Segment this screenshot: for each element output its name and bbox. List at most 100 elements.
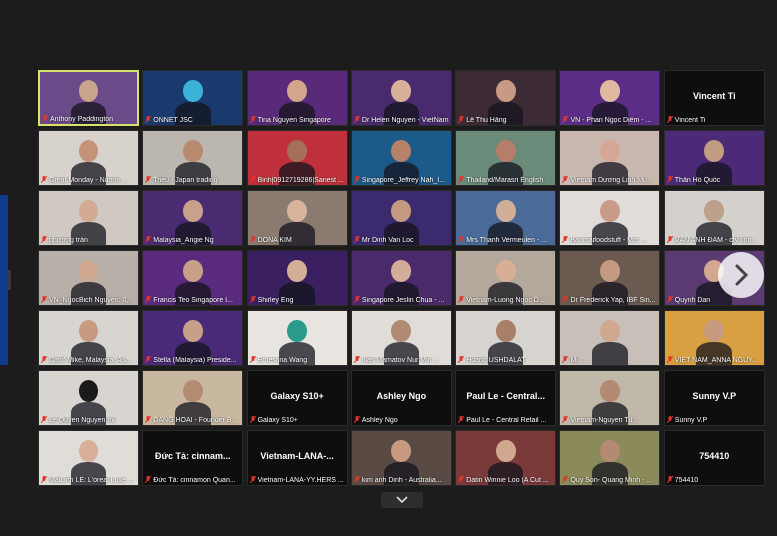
participant-tile[interactable]: Anthony Paddington [38, 70, 139, 126]
participant-silhouette-head [495, 439, 516, 463]
participant-tile[interactable]: VN - Phan Ngọc Diễm - ... [559, 70, 661, 126]
participant-silhouette-head [182, 139, 203, 163]
participant-silhouette-head [287, 259, 307, 283]
participant-tile[interactable]: Stella (Malaysia) Preside... [142, 310, 244, 366]
participant-tile[interactable]: Great Monday - Naomi ... [38, 130, 139, 186]
participant-name-label: DANG HOAI - Founder B... [153, 417, 238, 424]
participant-tile[interactable]: Singapore_Jeffrey Nah_I... [350, 130, 452, 186]
participant-tile[interactable]: Malaysia_Angie Ng [142, 190, 244, 246]
participant-name-label: Quy Son- Quang Minh - ... [570, 477, 653, 484]
chevron-down-icon [396, 496, 408, 504]
participant-name-label: Sunny V.P [674, 417, 708, 424]
participant-tile[interactable]: Vincent Ti Vincent Ti [663, 70, 765, 126]
participant-tile[interactable]: VN_NgocBich Nguyễn: 0... [38, 250, 139, 306]
participant-tile[interactable]: Hoàng USHDALAT [455, 310, 557, 366]
participant-tile[interactable]: DONA KIM [246, 190, 348, 246]
participant-name-label: Mrs Thanh Vermeulen - ... [466, 237, 547, 244]
participant-silhouette-head [600, 379, 620, 403]
participant-tile[interactable]: Francis Teo Singapore I... [142, 250, 244, 306]
side-panel-handle[interactable] [8, 270, 11, 290]
participant-name-label: Dr Frederick Yap, IBF Sin... [570, 297, 656, 304]
participant-tile[interactable]: Binh|0912719286|Sanest ... [246, 130, 348, 186]
participant-name-label: Binh|0912719286|Sanest ... [257, 177, 344, 184]
next-page-button[interactable] [718, 252, 764, 298]
participant-tile[interactable]: Lê Thu Hằng [455, 70, 557, 126]
participant-tile[interactable]: Vietnam Dương Linh Mu... [559, 130, 661, 186]
participant-name-label: Paul Le - Central Retail ... [466, 417, 547, 424]
participant-tile[interactable]: Shirley Eng [246, 250, 348, 306]
participant-tile[interactable]: Banmaifoodstuff - Mrs ... [559, 190, 661, 246]
participant-name-label: Malaysia_Angie Ng [153, 237, 214, 244]
participant-tile[interactable]: Đức Tả: cinnam... Đức Tả: cinnamon Quan..… [142, 430, 244, 486]
participant-tile[interactable]: Vietnam-Luong Ngoc D... [455, 250, 557, 306]
participant-name-label: kim anh Dinh - Australia... [361, 477, 442, 484]
participant-name-label: Banmaifoodstuff - Mrs ... [570, 237, 647, 244]
participant-display-name: Galaxy S10+ [270, 391, 324, 401]
participant-silhouette-head [78, 439, 99, 463]
participant-tile[interactable]: Vietnam-LANA-... Vietnam-LANA-YY.HERS ... [246, 430, 348, 486]
participant-name-label: Francis Teo Singapore I... [153, 297, 233, 304]
participant-silhouette-head [182, 379, 203, 403]
participant-silhouette-head [495, 139, 516, 163]
participant-silhouette-head [78, 139, 99, 163]
participant-name-label: 754410 [674, 477, 699, 484]
participant-name-label: Ernestina Wang [257, 357, 308, 364]
participant-name-label: Ashley Ngo [361, 417, 398, 424]
toggle-toolbar-button[interactable] [381, 492, 423, 508]
participant-tile[interactable]: Mrs Thanh Vermeulen - ... [455, 190, 557, 246]
participant-tile[interactable]: Mr Dinh Van Loc [350, 190, 452, 246]
participant-tile[interactable]: Singapore Jeslin Chua - ... [350, 250, 452, 306]
participant-silhouette-head [78, 319, 99, 343]
participant-silhouette-head [78, 259, 99, 283]
participant-tile[interactable]: Ashley Ngo Ashley Ngo [350, 370, 452, 426]
participant-tile[interactable]: Quy Son- Quang Minh - ... [559, 430, 661, 486]
participant-tile[interactable]: ONNET JSC [142, 70, 244, 126]
participant-tile[interactable]: Tina Nguyen Singapore [246, 70, 348, 126]
participant-silhouette-head [182, 199, 203, 223]
participant-name-label: Vietnam-LANA-YY.HERS ... [257, 477, 344, 484]
participant-tile[interactable]: Ilias Mamatov Nur Min ... [350, 310, 452, 366]
participant-tile[interactable]: MaiLinh LE: L'oreal Luxe ... [38, 430, 139, 486]
participant-name-label: Singapore_Jeffrey Nah_I... [361, 177, 446, 184]
participant-tile[interactable]: Ernestina Wang [246, 310, 348, 366]
participant-name-label: Vietnam-Luong Ngoc D... [466, 297, 545, 304]
participant-tile[interactable]: Mi ... [559, 310, 661, 366]
participant-tile[interactable]: Galaxy S10+ Galaxy S10+ [246, 370, 348, 426]
participant-tile[interactable]: Dr Helen Nguyen - VietNam [350, 70, 452, 126]
participant-tile[interactable]: DANG HOAI - Founder B... [142, 370, 244, 426]
participant-display-name: 754410 [699, 451, 730, 461]
participant-name-label: Le Quyen Nguyen thi [49, 417, 115, 424]
participant-silhouette-head [78, 199, 99, 223]
participant-tile[interactable]: Dr Frederick Yap, IBF Sin... [559, 250, 661, 306]
participant-tile[interactable]: 754410 754410 [663, 430, 765, 486]
participant-tile[interactable]: kim anh Dinh - Australia... [350, 430, 452, 486]
participant-display-name: Vincent Ti [692, 91, 736, 101]
participant-silhouette-head [391, 439, 412, 463]
participant-tile[interactable]: Thailand/Marasri English [455, 130, 557, 186]
participant-tile[interactable]: Datin Winnie Loo (A Cut ... [455, 430, 557, 486]
participant-tile[interactable]: Dato' Mike, Malaysia ,As... [38, 310, 139, 366]
participant-name-label: Tina Nguyen Singapore [257, 117, 331, 124]
side-panel-edge [0, 195, 8, 365]
participant-tile[interactable]: Paul Le - Central... Paul Le - Central Re… [455, 370, 557, 426]
participant-silhouette-head [391, 79, 412, 103]
participant-name-label: Mr Dinh Van Loc [361, 237, 414, 244]
participant-tile[interactable]: Triều - Japan trading [142, 130, 244, 186]
participant-display-name: Vietnam-LANA-... [260, 451, 334, 461]
participant-display-name: Ashley Ngo [376, 391, 427, 401]
participant-tile[interactable]: VIỆT NAM_ANNA NGUY... [663, 310, 765, 366]
participant-tile[interactable]: Sunny V.P Sunny V.P [663, 370, 765, 426]
participant-tile[interactable]: VĂN ANH ĐÀM - cty tinh... [663, 190, 765, 246]
participant-name-label: VĂN ANH ĐÀM - cty tinh... [674, 237, 758, 244]
participant-tile[interactable]: phương trần [38, 190, 139, 246]
participant-name-label: phương trần [49, 237, 88, 244]
participant-silhouette-head [287, 199, 307, 223]
participant-name-label: Thailand/Marasri English [466, 177, 544, 184]
participant-name-label: VIỆT NAM_ANNA NGUY... [674, 357, 758, 364]
participant-tile[interactable]: Le Quyen Nguyen thi [38, 370, 139, 426]
participant-tile[interactable]: Thân Hồ Quốc [663, 130, 765, 186]
participant-silhouette-head [600, 79, 620, 103]
participant-tile[interactable]: Vietnam-Nguyen Tu... [559, 370, 661, 426]
participant-name-label: VN_NgocBich Nguyễn: 0... [49, 297, 133, 304]
participant-name-label: Triều - Japan trading [153, 177, 218, 184]
